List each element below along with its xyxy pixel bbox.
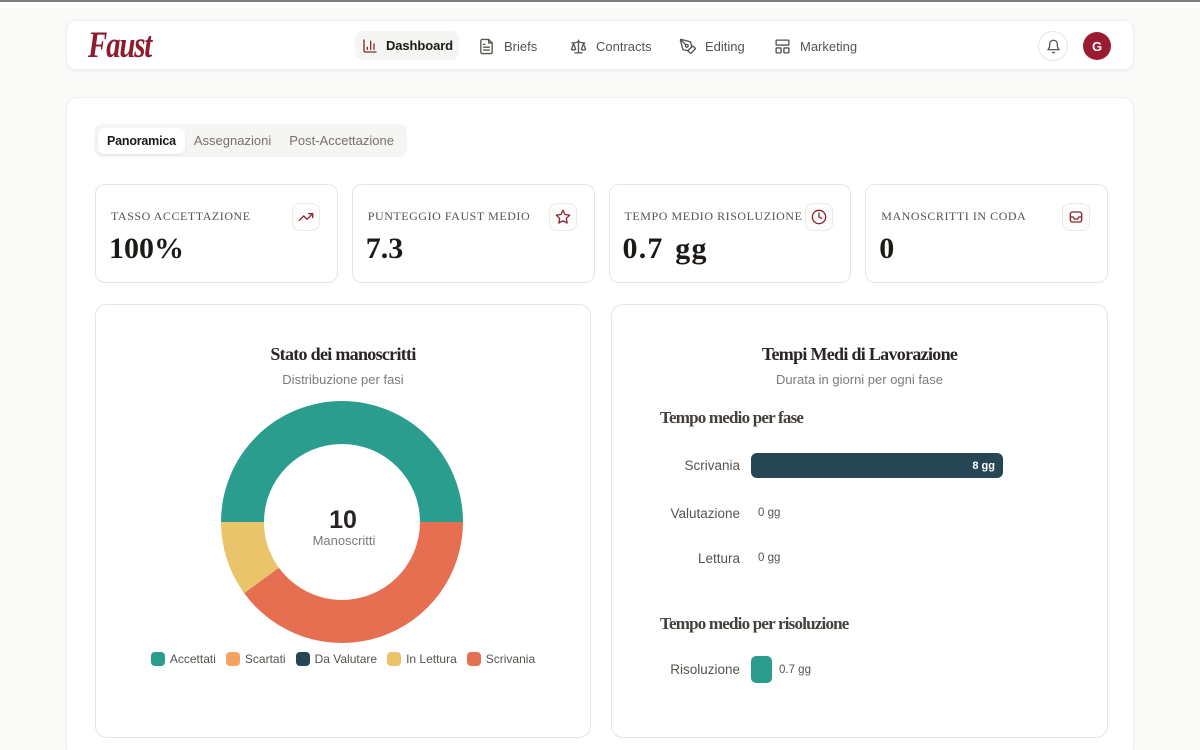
svg-text:10: 10: [329, 506, 357, 534]
svg-text:Manoscritti: Manoscritti: [313, 533, 376, 548]
